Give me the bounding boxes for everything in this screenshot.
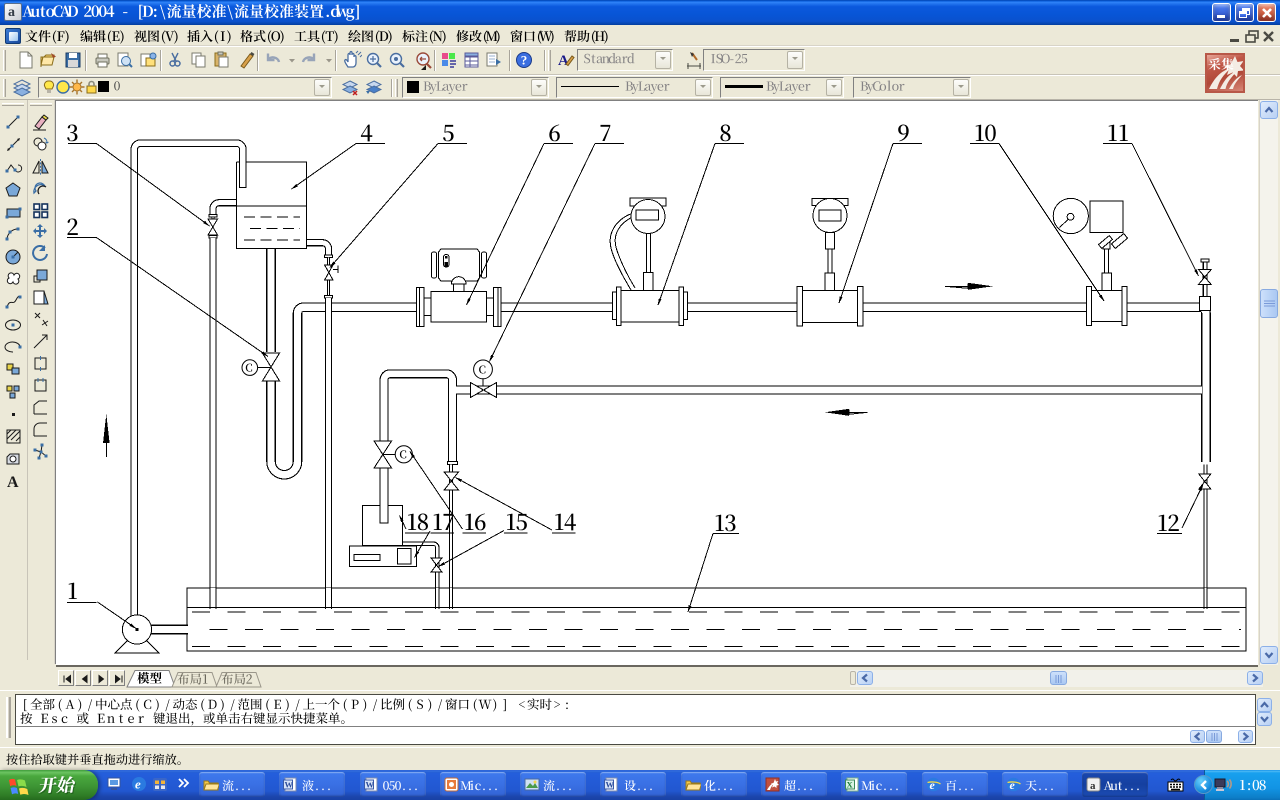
svg-text:A: A	[7, 474, 19, 490]
svg-text:a: a	[1090, 780, 1096, 792]
svg-text:A: A	[558, 53, 569, 69]
svg-text:X: X	[847, 780, 854, 790]
svg-text:W: W	[606, 780, 615, 790]
svg-text:e: e	[930, 778, 936, 792]
svg-text:e: e	[1010, 778, 1016, 792]
svg-text:e: e	[135, 777, 141, 792]
svg-text:W: W	[285, 780, 294, 790]
svg-text:W: W	[366, 780, 375, 790]
svg-text:?: ?	[520, 53, 527, 68]
